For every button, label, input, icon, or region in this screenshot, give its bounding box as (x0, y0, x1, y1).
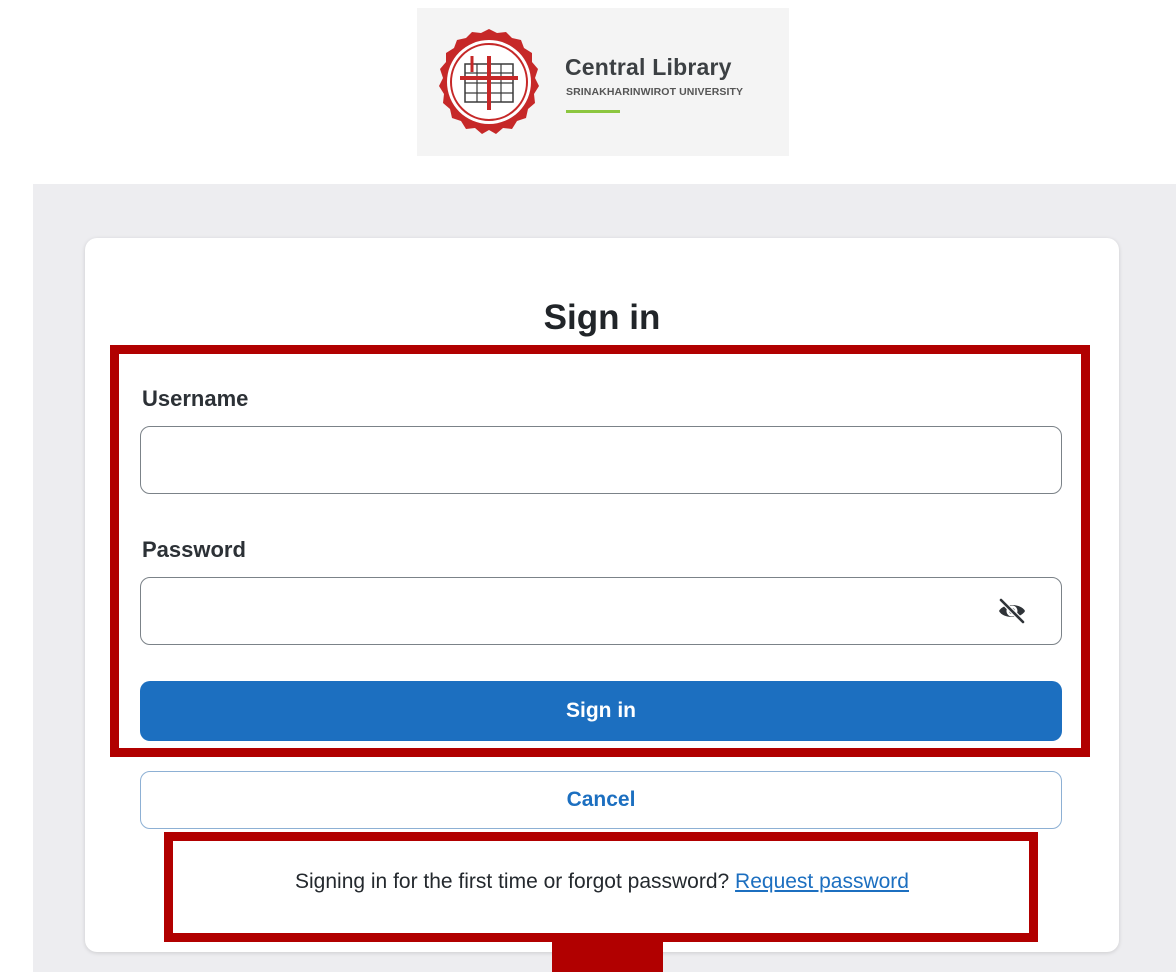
logo-subtitle: SRINAKHARINWIROT UNIVERSITY (566, 86, 744, 98)
logo-title: Central Library (565, 54, 732, 80)
logo-underline (566, 110, 620, 113)
request-password-link[interactable]: Request password (735, 870, 909, 893)
university-seal-icon (439, 29, 539, 134)
eye-off-icon[interactable] (997, 598, 1027, 624)
password-label: Password (142, 537, 246, 562)
username-label: Username (142, 386, 249, 411)
sign-in-card: Sign in Username Password Sign in Cancel… (85, 238, 1119, 952)
sign-in-button[interactable]: Sign in (140, 681, 1062, 741)
help-text: Signing in for the first time or forgot … (295, 870, 730, 893)
library-logo: Central Library SRINAKHARINWIROT UNIVERS… (417, 8, 789, 156)
help-text-row: Signing in for the first time or forgot … (85, 870, 1119, 894)
cancel-button[interactable]: Cancel (140, 771, 1062, 829)
page-title: Sign in (543, 298, 661, 337)
username-input[interactable] (140, 426, 1062, 494)
password-input[interactable] (140, 577, 1062, 645)
